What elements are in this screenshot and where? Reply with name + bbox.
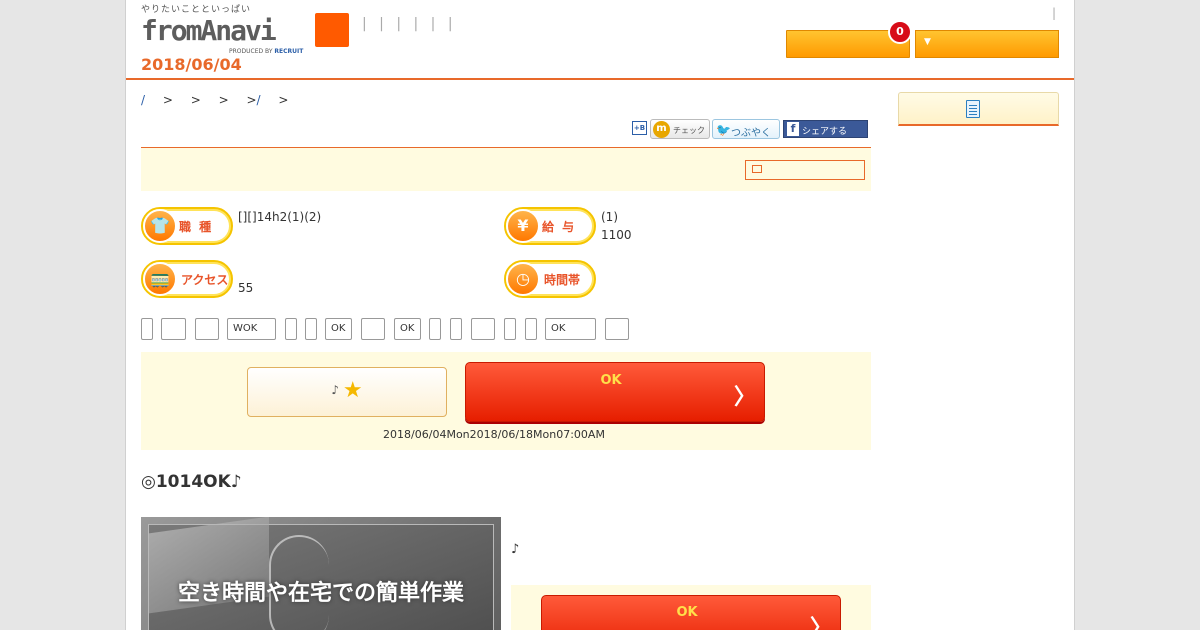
access-value: 55 bbox=[238, 281, 254, 295]
map-button[interactable] bbox=[745, 160, 865, 180]
site-header: やりたいことといっぱい fromAnavi PRODUCED BY RECRUI… bbox=[126, 0, 1074, 80]
posting-period: 2018/06/04Mon2018/06/18Mon07:00AM bbox=[383, 428, 605, 441]
top-links-divider: | bbox=[1052, 6, 1057, 20]
feature-tag: OK bbox=[545, 318, 596, 340]
brand-square-icon[interactable] bbox=[315, 13, 349, 47]
description-text: ♪ bbox=[511, 542, 520, 557]
feature-tag bbox=[429, 318, 441, 340]
feature-tag bbox=[605, 318, 629, 340]
menu-dropdown-button[interactable]: ▼ bbox=[915, 30, 1059, 58]
feature-tag bbox=[504, 318, 516, 340]
feature-tag bbox=[161, 318, 186, 340]
hours-pill: ◷ 時間帯 bbox=[504, 260, 596, 298]
twitter-label: つぶやく bbox=[731, 128, 771, 139]
apply-button-label: OK bbox=[600, 373, 622, 388]
produced-by: PRODUCED BY RECRUIT bbox=[229, 48, 303, 55]
star-plus-icon: ★ bbox=[342, 378, 363, 403]
facebook-share-button[interactable]: f シェアする bbox=[783, 120, 868, 138]
twitter-tweet-button[interactable]: 🐦 つぶやく bbox=[712, 119, 780, 139]
feature-tag bbox=[305, 318, 317, 340]
train-icon: 🚃 bbox=[143, 262, 177, 296]
job-type-pill: 👕 職 種 bbox=[141, 207, 233, 245]
logo-text: fromAnavi bbox=[141, 14, 277, 47]
apply-button-secondary[interactable]: OK 〉 bbox=[541, 595, 841, 630]
feature-tag bbox=[361, 318, 385, 340]
job-type-label: 職 種 bbox=[179, 220, 214, 234]
header-nav-links[interactable]: | | | | | | bbox=[362, 16, 457, 32]
feature-tag: OK bbox=[325, 318, 352, 340]
feature-tag bbox=[450, 318, 462, 340]
salary-value-line2: 1100 bbox=[601, 228, 632, 242]
breadcrumb-separators: > > > > bbox=[162, 93, 257, 107]
salary-label: 給 与 bbox=[542, 220, 577, 234]
yen-icon: ¥ bbox=[506, 209, 540, 243]
keep-button[interactable]: ♪ ★ bbox=[247, 367, 447, 417]
recruit-brand: RECRUIT bbox=[274, 48, 304, 55]
chevron-down-icon: ▼ bbox=[924, 37, 931, 47]
breadcrumb-link[interactable]: / bbox=[257, 93, 261, 107]
apply-area: ♪ ★ OK 〉 2018/06/04Mon2018/06/18Mon07:00… bbox=[141, 352, 871, 450]
favorites-count-badge: 0 bbox=[888, 20, 912, 44]
mixi-check-button[interactable]: m チェック bbox=[650, 119, 710, 139]
facebook-icon: f bbox=[787, 122, 799, 136]
feature-tag bbox=[195, 318, 219, 340]
chevron-right-icon: 〉 bbox=[734, 385, 757, 410]
feature-tag bbox=[471, 318, 495, 340]
access-label: アクセス bbox=[181, 273, 229, 287]
salary-value-line1: (1) bbox=[601, 210, 618, 224]
produced-by-text: PRODUCED BY bbox=[229, 48, 273, 55]
feature-tag: OK bbox=[394, 318, 421, 340]
site-logo[interactable]: やりたいことといっぱい fromAnavi PRODUCED BY RECRUI… bbox=[141, 2, 311, 58]
mixi-icon: m bbox=[653, 121, 670, 138]
job-type-value: [][]14h2(1)(2) bbox=[238, 210, 322, 224]
shirt-icon: 👕 bbox=[143, 209, 177, 243]
clock-icon: ◷ bbox=[506, 262, 540, 296]
page: やりたいことといっぱい fromAnavi PRODUCED BY RECRUI… bbox=[125, 0, 1075, 630]
sidebar-history-box[interactable] bbox=[898, 92, 1059, 126]
chevron-right-icon: 〉 bbox=[810, 616, 833, 630]
breadcrumb-home-link[interactable]: / bbox=[141, 93, 145, 107]
hatena-bookmark-button[interactable]: +B bbox=[632, 121, 647, 135]
feature-tag: WOK bbox=[227, 318, 276, 340]
feature-tag bbox=[141, 318, 153, 340]
twitter-bird-icon: 🐦 bbox=[716, 123, 731, 137]
job-headline: ◎1014OK♪ bbox=[141, 472, 242, 492]
apply-button-secondary-label: OK bbox=[676, 605, 698, 620]
apply-area-secondary: OK 〉 bbox=[511, 585, 871, 630]
feature-tag bbox=[525, 318, 537, 340]
breadcrumb: / > > > >/ > bbox=[141, 93, 288, 107]
salary-pill: ¥ 給 与 bbox=[504, 207, 596, 245]
header-date: 2018/06/04 bbox=[141, 55, 242, 74]
photo-caption: 空き時間や在宅での簡単作業 bbox=[177, 580, 464, 606]
document-icon bbox=[966, 100, 980, 118]
facebook-label: シェアする bbox=[802, 127, 848, 137]
new-window-icon bbox=[752, 165, 762, 173]
keep-label: ♪ bbox=[331, 383, 340, 397]
apply-button[interactable]: OK 〉 bbox=[465, 362, 765, 422]
feature-tag bbox=[285, 318, 297, 340]
job-photo: 空き時間や在宅での簡単作業 bbox=[141, 517, 501, 630]
mixi-label: チェック bbox=[673, 126, 705, 135]
breadcrumb-last-separator: > bbox=[278, 93, 289, 107]
hours-label: 時間帯 bbox=[544, 273, 581, 287]
access-pill: 🚃 アクセス bbox=[141, 260, 233, 298]
job-title-bar bbox=[141, 147, 871, 191]
